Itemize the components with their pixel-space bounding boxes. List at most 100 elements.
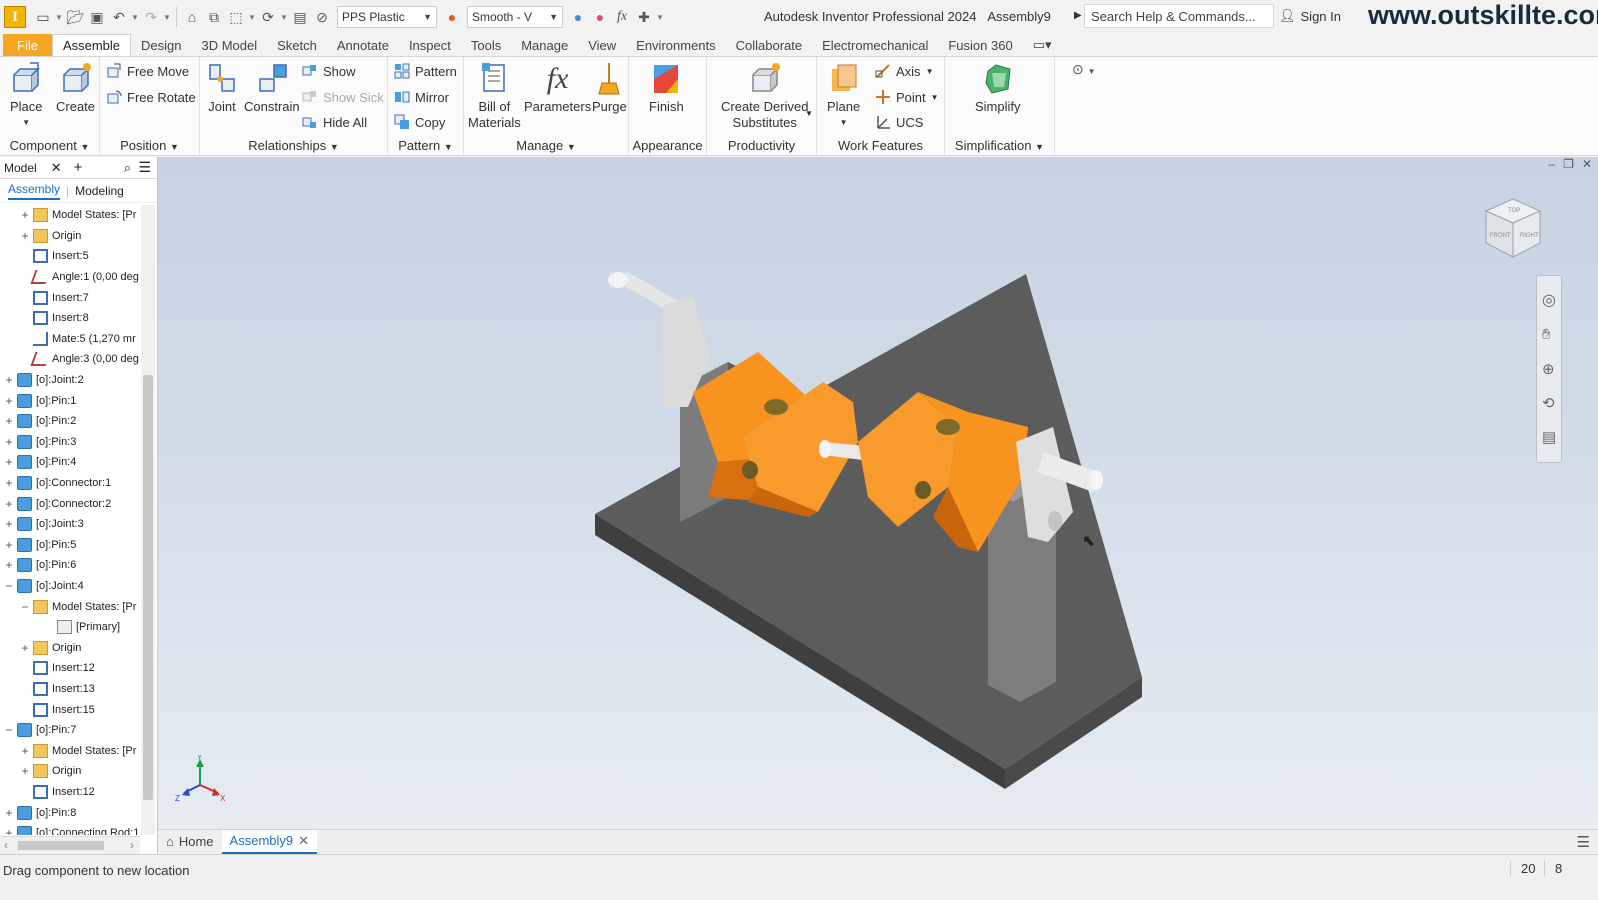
material-dropdown[interactable]: PPS Plastic ▼: [337, 6, 437, 28]
appearance-dropdown[interactable]: Smooth - V ▼: [467, 6, 563, 28]
search-icon[interactable]: ⌕: [124, 160, 131, 176]
tree-item[interactable]: Mate:5 (1,270 mr: [0, 329, 140, 350]
group-component-label[interactable]: Component ▼: [0, 138, 99, 153]
tree-item[interactable]: [Primary]: [0, 617, 140, 638]
expand-toggle-icon[interactable]: +: [4, 807, 14, 819]
axis-button[interactable]: Axis ▼: [875, 63, 933, 79]
tab-environments[interactable]: Environments: [626, 34, 725, 56]
expand-toggle-icon[interactable]: +: [20, 642, 30, 654]
select-dropdown-icon[interactable]: ▼: [247, 13, 257, 22]
tab-assemble[interactable]: Assemble: [51, 34, 132, 56]
add-icon[interactable]: ✚: [633, 6, 655, 28]
place-button[interactable]: Place ▼: [10, 61, 43, 131]
expand-toggle-icon[interactable]: +: [4, 477, 14, 489]
ribbon-settings-icon[interactable]: ⊙ ▼: [1072, 61, 1096, 78]
tree-item[interactable]: + [o]:Pin:8: [0, 802, 140, 823]
close-icon[interactable]: ✕: [51, 160, 62, 176]
tree-item[interactable]: Angle:3 (0,00 deg: [0, 349, 140, 370]
point-button[interactable]: Point ▼: [875, 89, 939, 105]
expand-toggle-icon[interactable]: +: [4, 498, 14, 510]
customize-dropdown-icon[interactable]: ▼: [655, 13, 665, 22]
update-icon[interactable]: ⟳: [257, 6, 279, 28]
assembly9-tab[interactable]: Assembly9 ✕: [221, 829, 318, 854]
expand-toggle-icon[interactable]: +: [20, 745, 30, 757]
new-dropdown-icon[interactable]: ▼: [54, 13, 64, 22]
measure-icon[interactable]: ▤: [289, 6, 311, 28]
redo-dropdown-icon[interactable]: ▼: [162, 13, 172, 22]
add-panel-icon[interactable]: +: [74, 159, 83, 176]
projects-icon[interactable]: ⧉: [203, 6, 225, 28]
tree-item[interactable]: − [o]:Pin:7: [0, 720, 140, 741]
parameters-button[interactable]: fx Parameters: [524, 61, 591, 115]
expand-toggle-icon[interactable]: +: [4, 827, 14, 835]
group-manage-label[interactable]: Manage ▼: [464, 138, 628, 153]
free-move-button[interactable]: Free Move: [106, 63, 189, 79]
expand-toggle-icon[interactable]: +: [20, 765, 30, 777]
zoom-icon[interactable]: ⊕: [1542, 360, 1555, 378]
expand-arrow-icon[interactable]: ▶: [1074, 10, 1082, 21]
fx-parameters-icon[interactable]: fx: [611, 6, 633, 28]
tab-fusion-360[interactable]: Fusion 360: [938, 34, 1022, 56]
tab-annotate[interactable]: Annotate: [327, 34, 399, 56]
tree-item[interactable]: Insert:12: [0, 658, 140, 679]
scroll-right-icon[interactable]: ›: [130, 838, 134, 852]
tree-item[interactable]: Insert:5: [0, 246, 140, 267]
tab-design[interactable]: Design: [131, 34, 191, 56]
tree-item[interactable]: + Origin: [0, 637, 140, 658]
mirror-button[interactable]: Mirror: [394, 89, 449, 105]
create-derived-substitutes-button[interactable]: Create Derived Substitutes: [721, 61, 808, 131]
purge-button[interactable]: Purge: [592, 61, 627, 115]
search-input[interactable]: Search Help & Commands...: [1084, 4, 1274, 28]
group-position-label[interactable]: Position ▼: [100, 138, 199, 153]
tree-item[interactable]: + Model States: [Pr: [0, 740, 140, 761]
tree-item[interactable]: Insert:13: [0, 679, 140, 700]
undo-icon[interactable]: ↶: [108, 6, 130, 28]
constrain-button[interactable]: Constrain: [244, 61, 300, 115]
copy-button[interactable]: Copy: [394, 114, 445, 130]
tree-item[interactable]: + [o]:Pin:2: [0, 411, 140, 432]
home-icon[interactable]: ⌂: [181, 6, 203, 28]
expand-toggle-icon[interactable]: +: [20, 209, 30, 221]
tab-inspect[interactable]: Inspect: [399, 34, 461, 56]
graphics-viewport[interactable]: ⬉ – ❐ ✕ TOP FRONT RIGHT ◎ ✋︎ ⊕ ⟲ ▤ Y X Z: [158, 157, 1598, 829]
home-tab[interactable]: ⌂ Home: [158, 830, 222, 854]
view-cube[interactable]: TOP FRONT RIGHT: [1480, 195, 1546, 261]
expand-toggle-icon[interactable]: −: [20, 601, 30, 613]
model-tab[interactable]: Model: [4, 161, 37, 175]
show-button[interactable]: Show: [302, 63, 356, 79]
material-icon[interactable]: ⊘: [311, 6, 333, 28]
expand-toggle-icon[interactable]: +: [4, 539, 14, 551]
free-rotate-button[interactable]: Free Rotate: [106, 89, 196, 105]
plane-button[interactable]: Plane ▼: [827, 61, 860, 131]
open-icon[interactable]: 📂︎: [64, 6, 86, 28]
tab-view[interactable]: View: [578, 34, 626, 56]
tree-item[interactable]: − [o]:Joint:4: [0, 576, 140, 597]
save-icon[interactable]: ▣: [86, 6, 108, 28]
expand-toggle-icon[interactable]: −: [4, 580, 14, 592]
appearance-sphere-icon[interactable]: ●: [441, 6, 463, 28]
expand-toggle-icon[interactable]: +: [4, 518, 14, 530]
ribbon-display-toggle[interactable]: ▭▾: [1023, 34, 1062, 56]
sign-in-button[interactable]: 👤︎ Sign In: [1279, 8, 1341, 24]
group-simplification-label[interactable]: Simplification ▼: [945, 138, 1054, 153]
tab-3d-model[interactable]: 3D Model: [192, 34, 268, 56]
hscroll-thumb[interactable]: [18, 841, 104, 850]
tree-item[interactable]: + [o]:Pin:4: [0, 452, 140, 473]
close-icon[interactable]: ✕: [1582, 157, 1592, 171]
expand-toggle-icon[interactable]: +: [20, 230, 30, 242]
tree-item[interactable]: + [o]:Connecting Rod:1: [0, 823, 140, 835]
tree-item[interactable]: − Model States: [Pr: [0, 596, 140, 617]
select-icon[interactable]: ⬚: [225, 6, 247, 28]
expand-toggle-icon[interactable]: +: [4, 436, 14, 448]
bill-of-materials-button[interactable]: Bill of Materials: [468, 61, 521, 131]
expand-toggle-icon[interactable]: +: [4, 395, 14, 407]
tree-item[interactable]: Insert:8: [0, 308, 140, 329]
inventor-logo-icon[interactable]: I: [4, 6, 26, 28]
adjust-appearance-icon[interactable]: ●: [567, 6, 589, 28]
close-tab-icon[interactable]: ✕: [298, 833, 309, 849]
restore-icon[interactable]: ❐: [1563, 157, 1574, 171]
tree-item[interactable]: + [o]:Connector:1: [0, 473, 140, 494]
joint-button[interactable]: Joint: [206, 61, 238, 115]
tree-item[interactable]: + [o]:Pin:3: [0, 432, 140, 453]
tree-item[interactable]: Insert:7: [0, 287, 140, 308]
